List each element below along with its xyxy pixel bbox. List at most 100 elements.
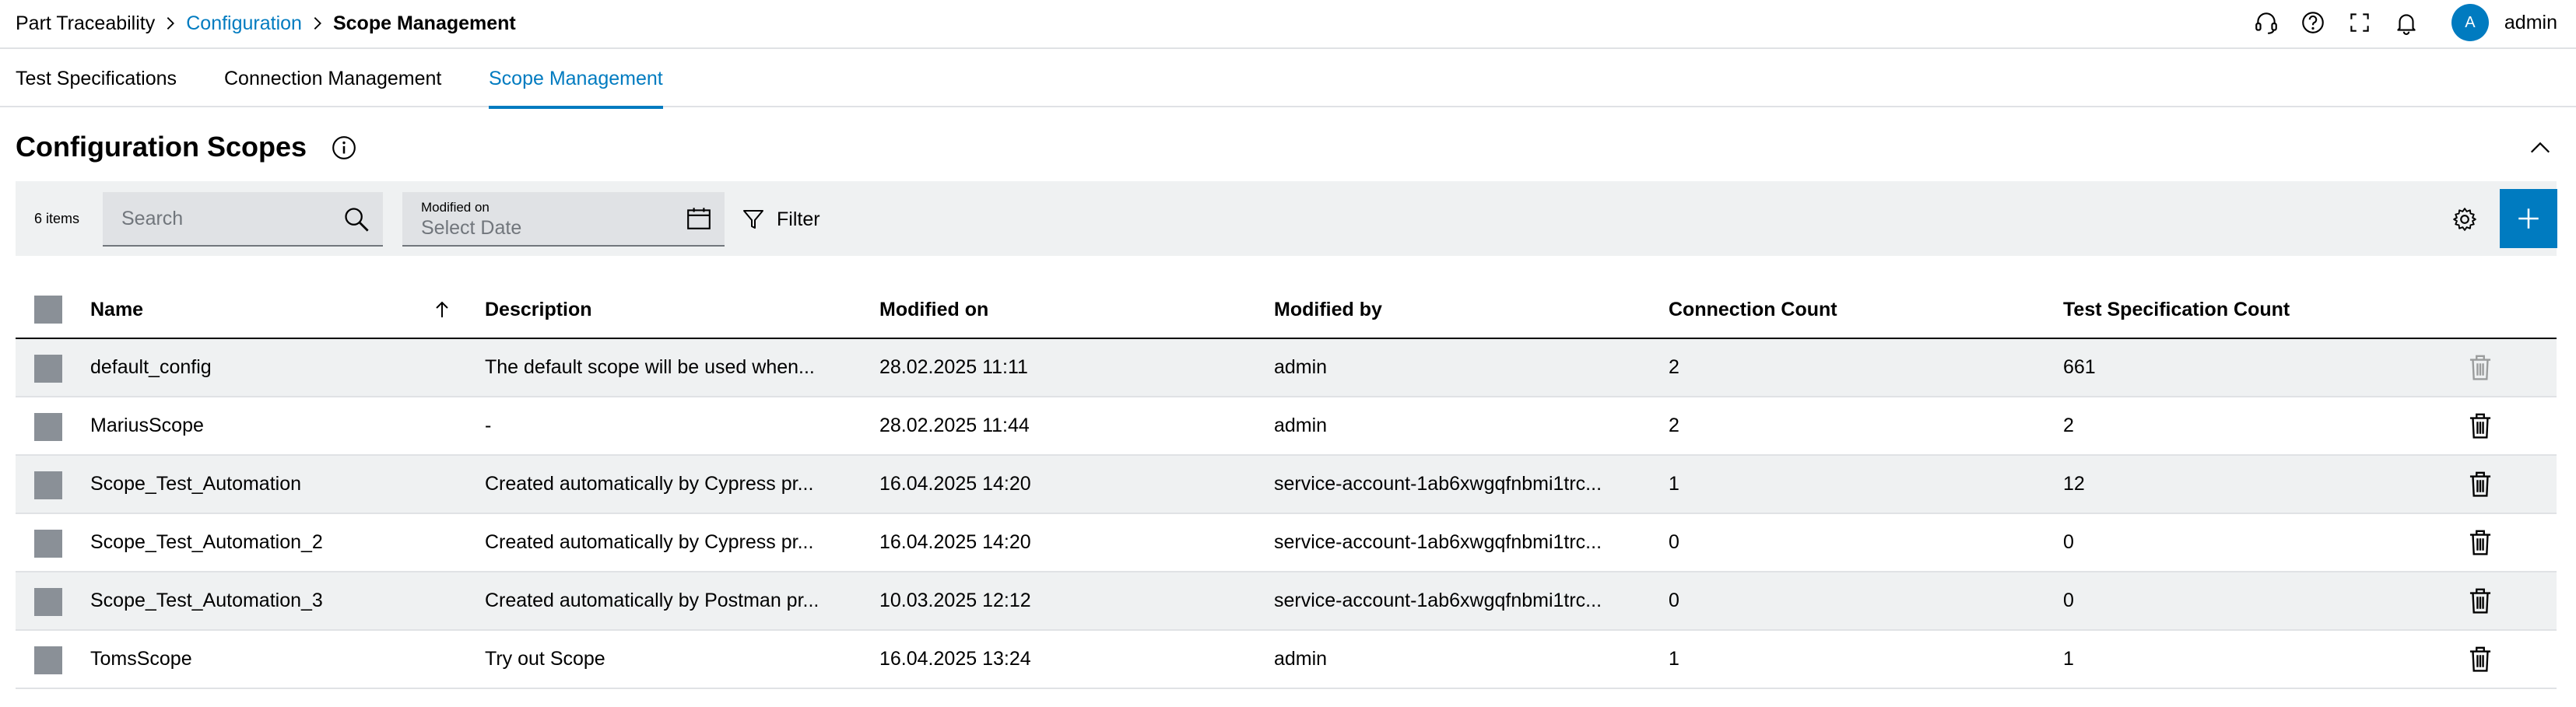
gear-icon [2453, 208, 2476, 231]
cell-modified-on: 16.04.2025 14:20 [879, 473, 1031, 495]
table-header: Name Description Modified on Modified by… [16, 282, 2557, 339]
table-row[interactable]: Scope_Test_Automation Created automatica… [16, 456, 2557, 514]
fullscreen-icon[interactable] [2336, 0, 2383, 45]
row-checkbox[interactable] [34, 355, 62, 383]
filter-label: Filter [777, 208, 820, 230]
cell-name: Scope_Test_Automation_3 [90, 590, 323, 611]
row-checkbox[interactable] [34, 471, 62, 499]
cell-description: - [485, 415, 492, 436]
cell-test-specification-count: 2 [2063, 415, 2074, 436]
cell-connection-count: 2 [1669, 415, 1679, 436]
help-icon[interactable] [2290, 0, 2336, 45]
bell-icon[interactable] [2383, 0, 2430, 45]
tab-connection-management[interactable]: Connection Management [224, 50, 441, 107]
breadcrumb: Part Traceability Configuration Scope Ma… [16, 8, 516, 39]
row-checkbox[interactable] [34, 413, 62, 441]
cell-modified-on: 10.03.2025 12:12 [879, 590, 1031, 611]
row-checkbox[interactable] [34, 646, 62, 674]
sort-ascending-icon[interactable] [430, 297, 454, 322]
tab-test-specifications[interactable]: Test Specifications [16, 50, 177, 107]
trash-icon [2469, 355, 2491, 380]
cell-name: Scope_Test_Automation_2 [90, 531, 323, 553]
cell-modified-on: 16.04.2025 13:24 [879, 648, 1031, 670]
headset-icon[interactable] [2243, 0, 2290, 45]
trash-icon[interactable] [2465, 469, 2495, 499]
column-header-modified-by[interactable]: Modified by [1274, 282, 1382, 338]
cell-description: The default scope will be used when... [485, 356, 815, 378]
page-title: Configuration Scopes [16, 131, 307, 163]
top-header: Part Traceability Configuration Scope Ma… [0, 0, 2576, 49]
table-settings-button[interactable] [2437, 192, 2492, 247]
cell-name: TomsScope [90, 648, 192, 670]
cell-name: MariusScope [90, 415, 204, 436]
trash-icon[interactable] [2465, 644, 2495, 674]
breadcrumb-current: Scope Management [332, 12, 516, 34]
cell-modified-by: service-account-1ab6xwgqfnbmi1trc... [1274, 531, 1602, 553]
cell-name: default_config [90, 356, 212, 378]
table-row[interactable]: default_config The default scope will be… [16, 339, 2557, 397]
user-name[interactable]: admin [2504, 12, 2557, 34]
date-picker-placeholder[interactable]: Select Date [421, 217, 521, 240]
cell-description: Created automatically by Cypress pr... [485, 473, 814, 495]
item-count: 6 items [34, 210, 80, 226]
table-row[interactable]: Scope_Test_Automation_3 Created automati… [16, 572, 2557, 631]
table-row[interactable]: Scope_Test_Automation_2 Created automati… [16, 514, 2557, 572]
filter-icon [743, 210, 763, 229]
cell-connection-count: 0 [1669, 531, 1679, 553]
cell-test-specification-count: 0 [2063, 531, 2074, 553]
info-icon[interactable] [331, 135, 357, 161]
cell-test-specification-count: 661 [2063, 356, 2096, 378]
cell-test-specification-count: 12 [2063, 473, 2085, 495]
cell-test-specification-count: 1 [2063, 648, 2074, 670]
scopes-table: Name Description Modified on Modified by… [16, 282, 2557, 689]
table-toolbar: 6 items Modified on Select Date Filter [16, 181, 2557, 256]
column-header-test-specification-count[interactable]: Test Specification Count [2063, 282, 2290, 338]
select-all-checkbox[interactable] [34, 296, 62, 324]
trash-icon[interactable] [2465, 586, 2495, 615]
trash-icon[interactable] [2465, 527, 2495, 557]
plus-icon [2518, 208, 2539, 229]
cell-description: Try out Scope [485, 648, 605, 670]
tab-scope-management[interactable]: Scope Management [489, 50, 663, 109]
search-field[interactable] [103, 192, 383, 247]
avatar[interactable]: A [2451, 4, 2489, 41]
row-checkbox[interactable] [34, 530, 62, 558]
cell-description: Created automatically by Postman pr... [485, 590, 819, 611]
column-header-name[interactable]: Name [90, 282, 143, 338]
filter-button[interactable]: Filter [741, 192, 820, 247]
cell-connection-count: 2 [1669, 356, 1679, 378]
table-row[interactable]: MariusScope - 28.02.2025 11:44 admin 2 2 [16, 397, 2557, 456]
cell-modified-by: service-account-1ab6xwgqfnbmi1trc... [1274, 590, 1602, 611]
chevron-right-icon [155, 8, 186, 39]
tab-bar: Test Specifications Connection Managemen… [0, 50, 2576, 109]
date-picker-label: Modified on [421, 200, 490, 215]
row-checkbox[interactable] [34, 588, 62, 616]
trash-icon[interactable] [2465, 411, 2495, 440]
cell-connection-count: 1 [1669, 473, 1679, 495]
cell-modified-on: 28.02.2025 11:44 [879, 415, 1030, 436]
cell-connection-count: 0 [1669, 590, 1679, 611]
cell-modified-by: admin [1274, 356, 1328, 378]
search-input[interactable] [103, 192, 336, 245]
chevron-right-icon [302, 8, 333, 39]
cell-connection-count: 1 [1669, 648, 1679, 670]
breadcrumb-root[interactable]: Part Traceability [16, 12, 155, 35]
cell-modified-on: 28.02.2025 11:11 [879, 356, 1028, 378]
search-icon[interactable] [342, 205, 370, 233]
cell-test-specification-count: 0 [2063, 590, 2074, 611]
chevron-up-icon[interactable] [2526, 134, 2554, 162]
cell-modified-by: service-account-1ab6xwgqfnbmi1trc... [1274, 473, 1602, 495]
column-header-description[interactable]: Description [485, 282, 592, 338]
cell-name: Scope_Test_Automation [90, 473, 302, 495]
column-header-connection-count[interactable]: Connection Count [1669, 282, 1837, 338]
add-scope-button[interactable] [2500, 189, 2557, 248]
calendar-icon[interactable] [686, 205, 712, 232]
modified-on-date-picker[interactable]: Modified on Select Date [402, 192, 725, 247]
cell-modified-on: 16.04.2025 14:20 [879, 531, 1031, 553]
header-actions: A admin [2243, 0, 2576, 45]
table-row[interactable]: TomsScope Try out Scope 16.04.2025 13:24… [16, 631, 2557, 689]
column-header-modified-on[interactable]: Modified on [879, 282, 988, 338]
cell-description: Created automatically by Cypress pr... [485, 531, 814, 553]
breadcrumb-configuration-link[interactable]: Configuration [186, 12, 302, 35]
cell-modified-by: admin [1274, 415, 1328, 436]
